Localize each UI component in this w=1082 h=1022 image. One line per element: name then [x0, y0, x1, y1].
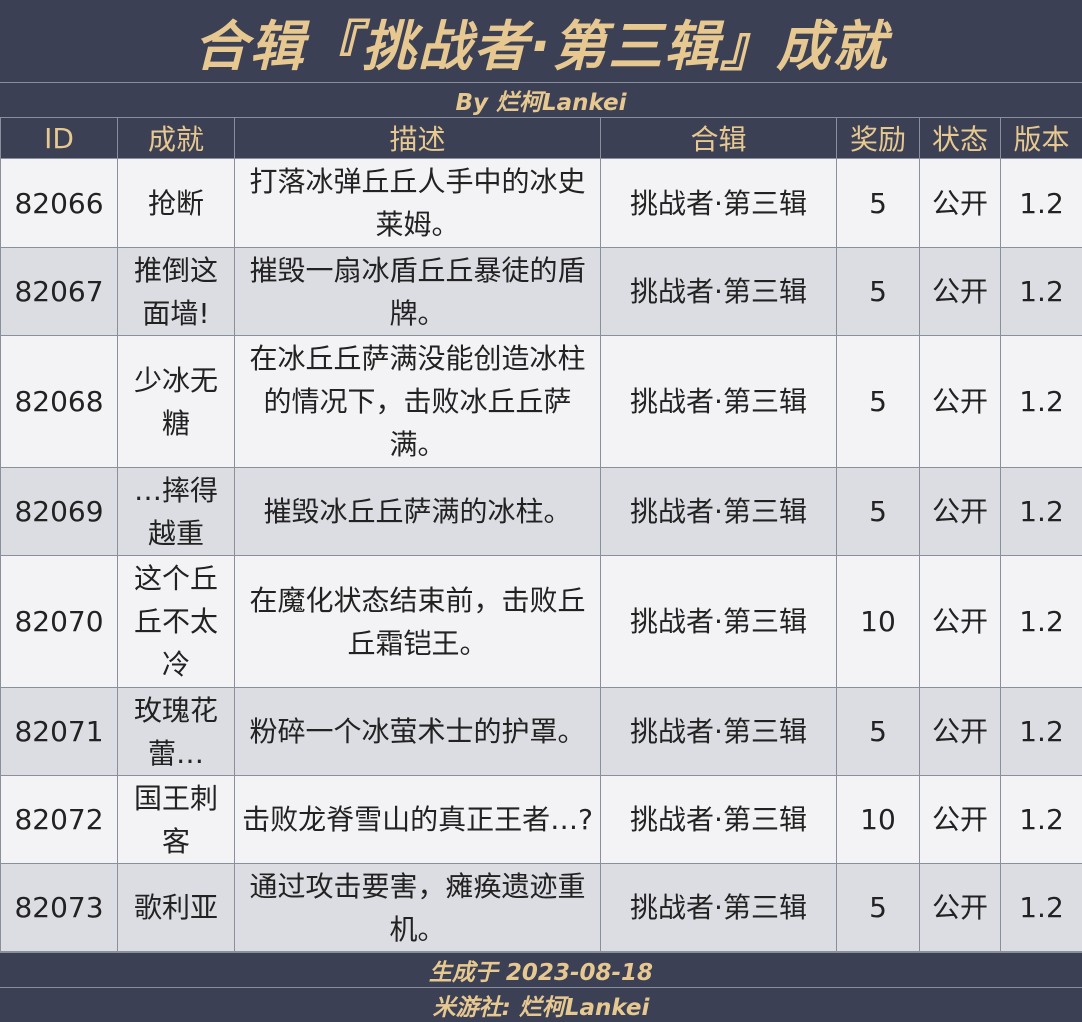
cell-status: 公开 [920, 688, 1001, 776]
cell-id: 82072 [1, 776, 118, 864]
cell-status: 公开 [920, 248, 1001, 336]
generated-date: 生成于 2023-08-18 [0, 952, 1082, 987]
cell-collection: 挑战者·第三辑 [601, 336, 837, 468]
cell-reward: 5 [837, 688, 920, 776]
cell-status: 公开 [920, 336, 1001, 468]
cell-collection: 挑战者·第三辑 [601, 248, 837, 336]
cell-name: 推倒这面墙! [118, 248, 235, 336]
cell-status: 公开 [920, 556, 1001, 688]
cell-desc: 在冰丘丘萨满没能创造冰柱的情况下，击败冰丘丘萨满。 [235, 336, 601, 468]
cell-id: 82066 [1, 159, 118, 248]
cell-name: …摔得越重 [118, 468, 235, 556]
table-row: 82066 抢断 打落冰弹丘丘人手中的冰史莱姆。 挑战者·第三辑 5 公开 1.… [1, 159, 1082, 248]
cell-status: 公开 [920, 776, 1001, 864]
cell-reward: 10 [837, 776, 920, 864]
col-header-desc: 描述 [235, 118, 601, 159]
cell-id: 82073 [1, 864, 118, 952]
cell-status: 公开 [920, 159, 1001, 248]
cell-id: 82068 [1, 336, 118, 468]
cell-reward: 10 [837, 556, 920, 688]
cell-desc: 在魔化状态结束前，击败丘丘霜铠王。 [235, 556, 601, 688]
col-header-collection: 合辑 [601, 118, 837, 159]
cell-reward: 5 [837, 468, 920, 556]
cell-status: 公开 [920, 864, 1001, 952]
cell-version: 1.2 [1001, 688, 1082, 776]
col-header-status: 状态 [920, 118, 1001, 159]
table-row: 82073 歌利亚 通过攻击要害，瘫痪遗迹重机。 挑战者·第三辑 5 公开 1.… [1, 864, 1082, 952]
cell-collection: 挑战者·第三辑 [601, 556, 837, 688]
cell-id: 82069 [1, 468, 118, 556]
cell-version: 1.2 [1001, 248, 1082, 336]
cell-name: 少冰无糖 [118, 336, 235, 468]
cell-desc: 打落冰弹丘丘人手中的冰史莱姆。 [235, 159, 601, 248]
cell-collection: 挑战者·第三辑 [601, 776, 837, 864]
cell-desc: 击败龙脊雪山的真正王者…? [235, 776, 601, 864]
cell-version: 1.2 [1001, 336, 1082, 468]
col-header-id: ID [1, 118, 118, 159]
col-header-reward: 奖励 [837, 118, 920, 159]
cell-collection: 挑战者·第三辑 [601, 688, 837, 776]
author-byline: By 烂柯Lankei [0, 83, 1082, 117]
cell-collection: 挑战者·第三辑 [601, 468, 837, 556]
cell-collection: 挑战者·第三辑 [601, 864, 837, 952]
header-row: ID 成就 描述 合辑 奖励 状态 版本 [1, 118, 1082, 159]
cell-name: 玫瑰花蕾… [118, 688, 235, 776]
cell-version: 1.2 [1001, 864, 1082, 952]
cell-reward: 5 [837, 248, 920, 336]
cell-name: 这个丘丘不太冷 [118, 556, 235, 688]
cell-version: 1.2 [1001, 468, 1082, 556]
cell-desc: 通过攻击要害，瘫痪遗迹重机。 [235, 864, 601, 952]
table-row: 82068 少冰无糖 在冰丘丘萨满没能创造冰柱的情况下，击败冰丘丘萨满。 挑战者… [1, 336, 1082, 468]
col-header-version: 版本 [1001, 118, 1082, 159]
cell-id: 82070 [1, 556, 118, 688]
table-row: 82071 玫瑰花蕾… 粉碎一个冰萤术士的护罩。 挑战者·第三辑 5 公开 1.… [1, 688, 1082, 776]
cell-desc: 摧毁冰丘丘萨满的冰柱。 [235, 468, 601, 556]
cell-version: 1.2 [1001, 159, 1082, 248]
achievement-sheet: 合辑『挑战者·第三辑』成就 By 烂柯Lankei ID 成就 描述 合辑 奖励… [0, 0, 1082, 1020]
cell-version: 1.2 [1001, 776, 1082, 864]
cell-id: 82067 [1, 248, 118, 336]
cell-status: 公开 [920, 468, 1001, 556]
table-row: 82072 国王刺客 击败龙脊雪山的真正王者…? 挑战者·第三辑 10 公开 1… [1, 776, 1082, 864]
cell-version: 1.2 [1001, 556, 1082, 688]
cell-reward: 5 [837, 336, 920, 468]
cell-desc: 粉碎一个冰萤术士的护罩。 [235, 688, 601, 776]
cell-reward: 5 [837, 159, 920, 248]
cell-name: 抢断 [118, 159, 235, 248]
cell-collection: 挑战者·第三辑 [601, 159, 837, 248]
source-credit: 米游社: 烂柯Lankei [0, 987, 1082, 1022]
col-header-name: 成就 [118, 118, 235, 159]
cell-reward: 5 [837, 864, 920, 952]
cell-id: 82071 [1, 688, 118, 776]
page-title: 合辑『挑战者·第三辑』成就 [0, 0, 1082, 82]
table-row: 82067 推倒这面墙! 摧毁一扇冰盾丘丘暴徒的盾牌。 挑战者·第三辑 5 公开… [1, 248, 1082, 336]
table-row: 82069 …摔得越重 摧毁冰丘丘萨满的冰柱。 挑战者·第三辑 5 公开 1.2 [1, 468, 1082, 556]
table-row: 82070 这个丘丘不太冷 在魔化状态结束前，击败丘丘霜铠王。 挑战者·第三辑 … [1, 556, 1082, 688]
cell-name: 歌利亚 [118, 864, 235, 952]
cell-desc: 摧毁一扇冰盾丘丘暴徒的盾牌。 [235, 248, 601, 336]
cell-name: 国王刺客 [118, 776, 235, 864]
achievement-table: ID 成就 描述 合辑 奖励 状态 版本 82066 抢断 打落冰弹丘丘人手中的… [0, 117, 1082, 952]
